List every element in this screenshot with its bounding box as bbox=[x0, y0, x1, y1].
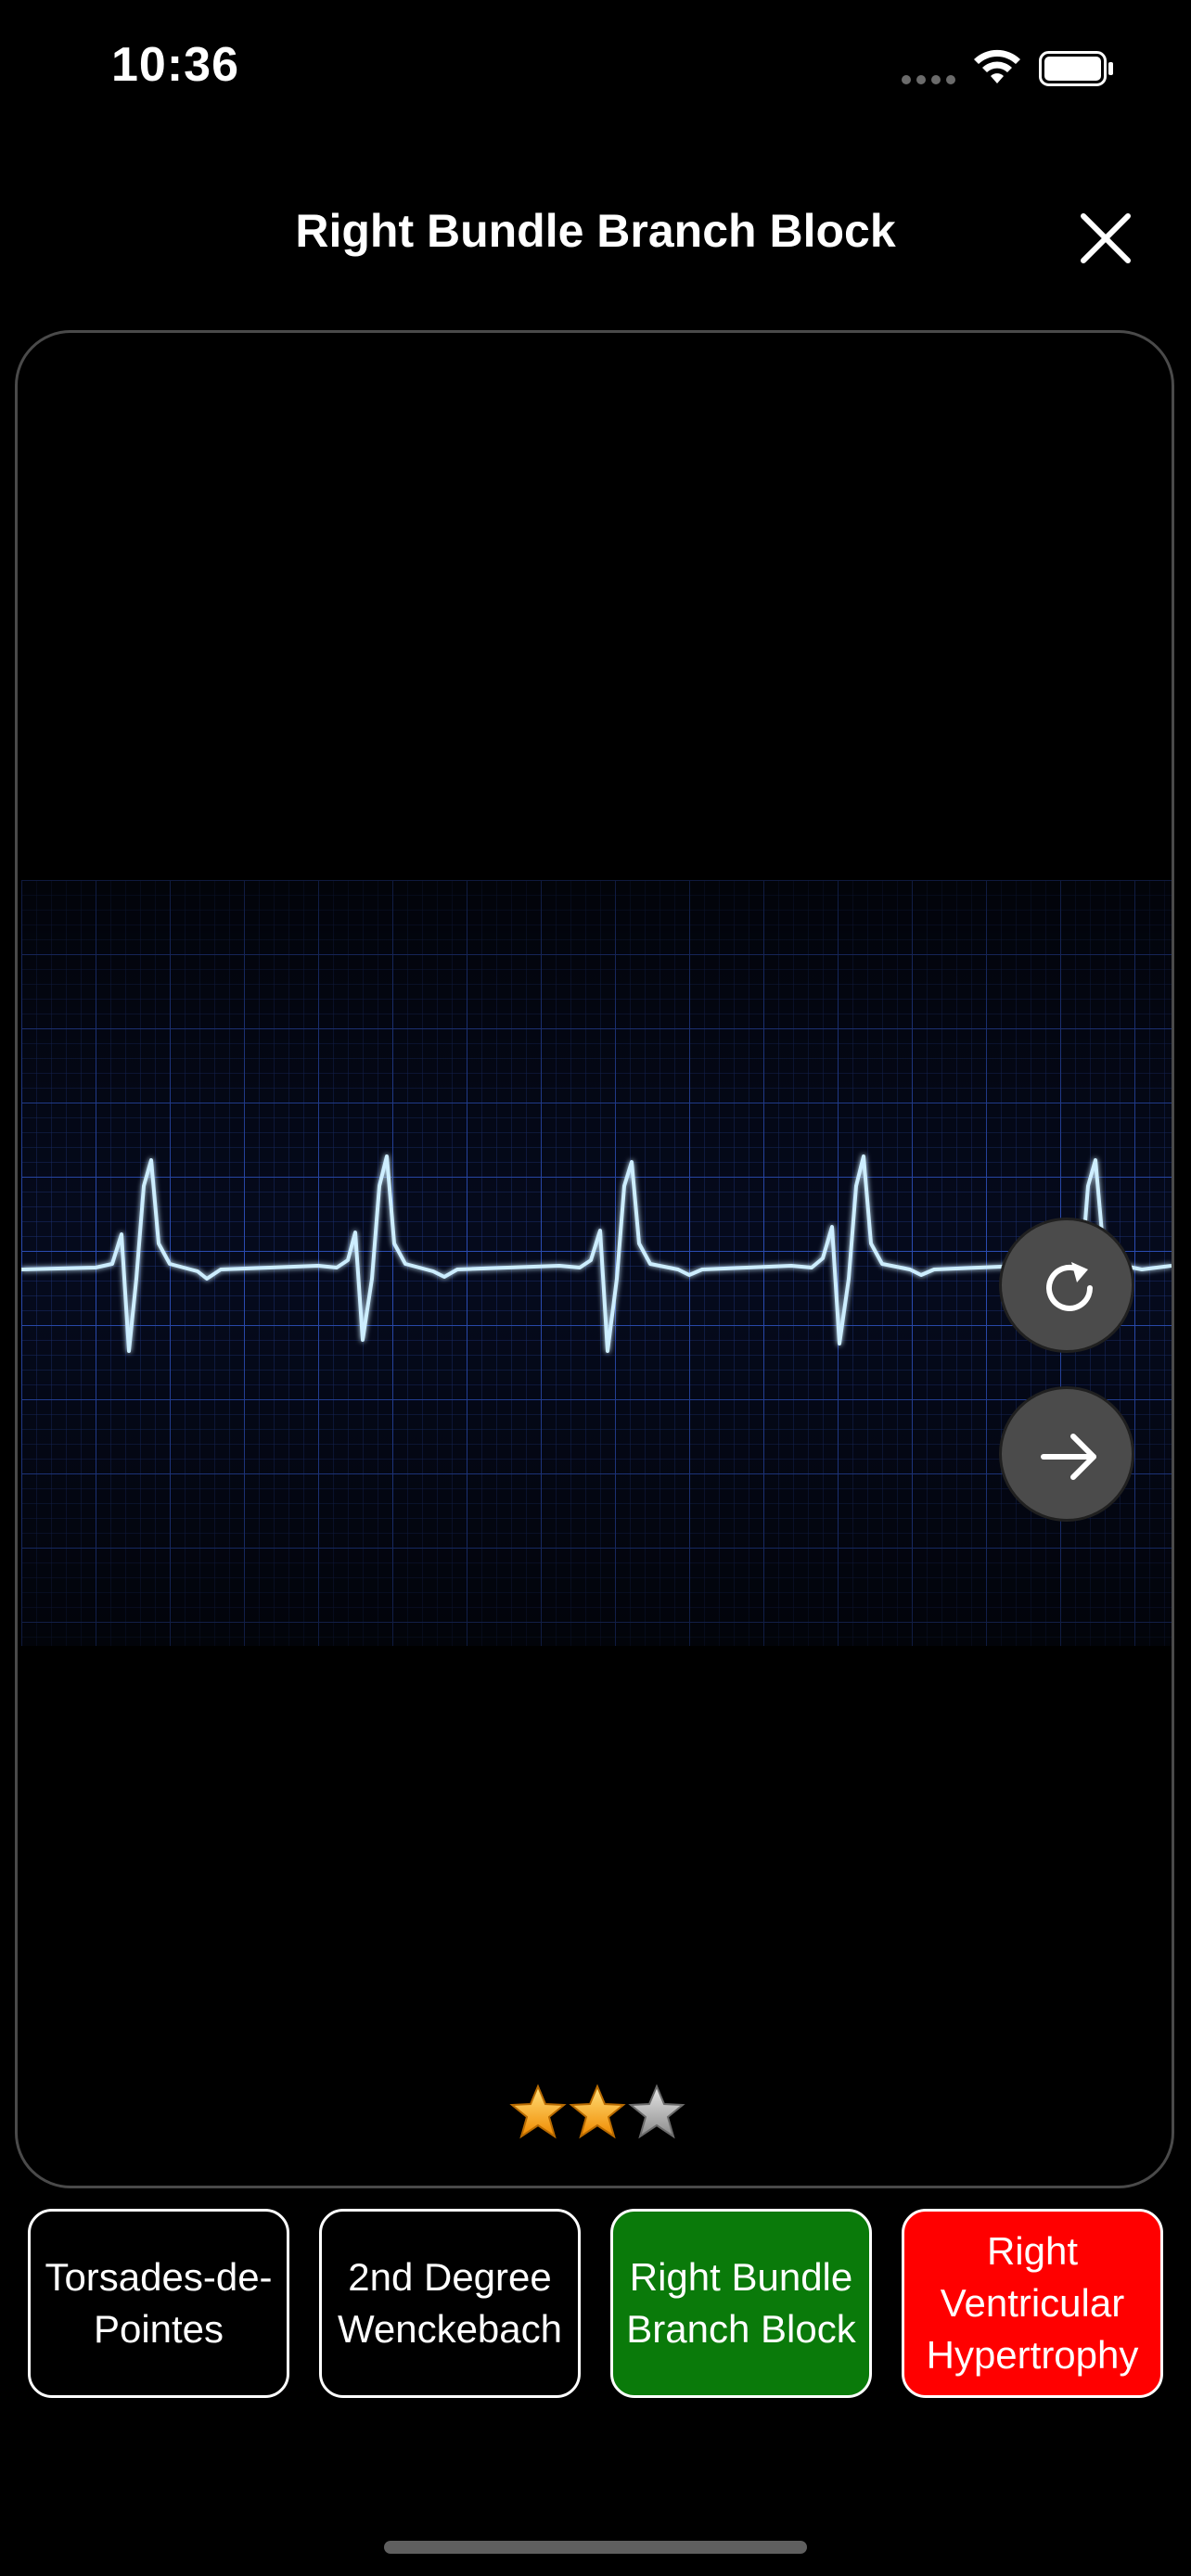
ecg-rhythm-strip bbox=[21, 880, 1172, 1646]
status-bar: 10:36 bbox=[0, 0, 1191, 130]
option-right-bundle-branch-block[interactable]: Right Bundle Branch Block bbox=[610, 2209, 872, 2398]
answer-options: Torsades-de-Pointes 2nd Degree Wenckebac… bbox=[28, 2209, 1163, 2398]
option-label: 2nd Degree Wenckebach bbox=[337, 2255, 563, 2351]
battery-full-icon bbox=[1039, 51, 1113, 86]
option-2nd-degree-wenckebach[interactable]: 2nd Degree Wenckebach bbox=[319, 2209, 581, 2398]
option-right-ventricular-hypertrophy[interactable]: Right Ventricular Hypertrophy bbox=[902, 2209, 1163, 2398]
star-filled-icon bbox=[509, 2084, 567, 2139]
replay-button[interactable] bbox=[999, 1218, 1134, 1353]
arrow-right-icon bbox=[1041, 1434, 1096, 1480]
option-label: Right Bundle Branch Block bbox=[626, 2255, 856, 2351]
page-title: Right Bundle Branch Block bbox=[295, 205, 896, 257]
option-label: Torsades-de-Pointes bbox=[45, 2255, 273, 2351]
star-filled-icon bbox=[569, 2084, 626, 2139]
difficulty-rating bbox=[509, 2084, 695, 2149]
star-empty-icon bbox=[628, 2084, 685, 2139]
status-time: 10:36 bbox=[111, 38, 239, 92]
option-label: Right Ventricular Hypertrophy bbox=[926, 2229, 1139, 2377]
next-button[interactable] bbox=[999, 1386, 1134, 1522]
rhythm-card bbox=[15, 330, 1174, 2188]
home-indicator[interactable] bbox=[384, 2541, 807, 2554]
wifi-icon bbox=[974, 49, 1020, 83]
option-torsades-de-pointes[interactable]: Torsades-de-Pointes bbox=[28, 2209, 289, 2398]
replay-icon bbox=[1046, 1262, 1093, 1311]
close-icon[interactable] bbox=[1076, 209, 1135, 268]
cellular-signal-icon bbox=[902, 75, 957, 84]
